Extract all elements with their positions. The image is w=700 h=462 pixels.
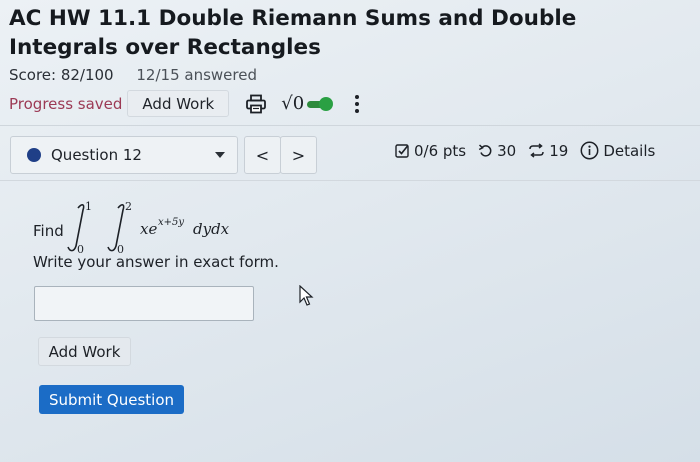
attempts-item: 19 bbox=[528, 142, 568, 160]
caret-down-icon bbox=[215, 152, 225, 158]
score-row: Score: 82/100 12/15 answered bbox=[9, 66, 257, 84]
retries-count: 30 bbox=[497, 141, 517, 160]
checkbox-points-icon bbox=[395, 144, 409, 158]
question-select-label: Question 12 bbox=[51, 146, 142, 164]
sqrt-icon: √0 bbox=[281, 93, 305, 114]
toggle-on-icon[interactable] bbox=[307, 96, 334, 111]
inner-upper-limit: 2 bbox=[125, 200, 132, 213]
answer-input[interactable] bbox=[34, 286, 254, 321]
toolbar: Progress saved Add Work √0 bbox=[9, 90, 360, 117]
differentials: dydx bbox=[193, 220, 230, 238]
next-question-button[interactable]: > bbox=[280, 136, 317, 174]
add-work-button-top[interactable]: Add Work bbox=[127, 90, 230, 117]
details-button[interactable]: Details bbox=[580, 141, 655, 160]
points-text: 0/6 pts bbox=[414, 141, 467, 160]
exponent: x+5y bbox=[158, 217, 184, 228]
page-title: AC HW 11.1 Double Riemann Sums and Doubl… bbox=[9, 6, 577, 60]
submit-question-button[interactable]: Submit Question bbox=[39, 385, 184, 414]
kebab-menu-icon[interactable] bbox=[355, 94, 360, 113]
add-work-button[interactable]: Add Work bbox=[38, 337, 131, 366]
outer-upper-limit: 1 bbox=[85, 200, 92, 213]
info-icon bbox=[580, 141, 599, 160]
instruction-text: Write your answer in exact form. bbox=[33, 253, 279, 271]
score-text: Score: 82/100 bbox=[9, 66, 114, 84]
undo-icon bbox=[478, 144, 492, 157]
question-meta: 0/6 pts 30 19 Details bbox=[395, 141, 655, 160]
divider bbox=[0, 180, 700, 181]
mouse-cursor-icon bbox=[299, 285, 314, 306]
integrand: xe bbox=[140, 220, 157, 238]
repeat-icon bbox=[529, 143, 544, 158]
problem-statement: Find 1 0 2 0 xe x+5y dydx bbox=[33, 200, 433, 256]
double-integral-expression: 1 0 2 0 xe x+5y dydx bbox=[67, 200, 230, 256]
points-item: 0/6 pts bbox=[395, 142, 466, 160]
progress-saved-status: Progress saved bbox=[9, 94, 123, 113]
retries-item: 30 bbox=[478, 142, 516, 160]
divider bbox=[0, 125, 700, 126]
details-label: Details bbox=[603, 141, 656, 160]
printer-icon[interactable] bbox=[245, 94, 267, 114]
question-status-dot bbox=[27, 148, 41, 162]
attempts-count: 19 bbox=[549, 141, 569, 160]
answered-count: 12/15 answered bbox=[136, 66, 257, 84]
previous-question-button[interactable]: < bbox=[244, 136, 281, 174]
question-select[interactable]: Question 12 bbox=[10, 136, 238, 174]
find-label: Find bbox=[33, 222, 64, 240]
math-input-toggle[interactable]: √0 bbox=[281, 93, 334, 114]
